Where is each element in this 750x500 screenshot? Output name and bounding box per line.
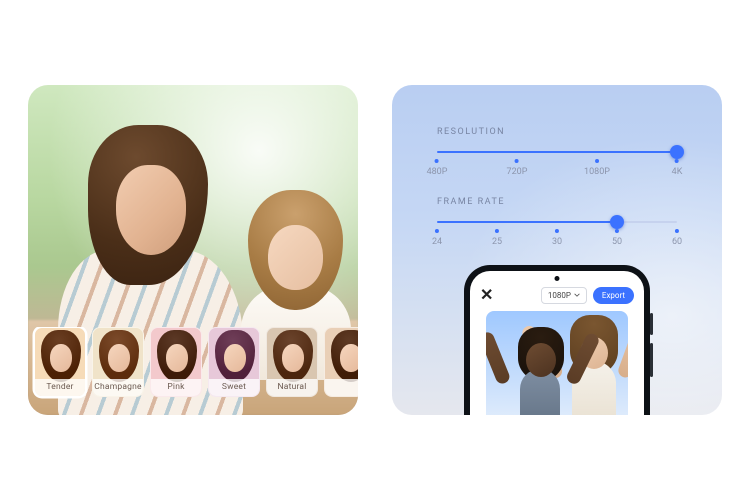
tick-50[interactable]: 50 (612, 229, 622, 247)
resolution-slider[interactable] (437, 151, 677, 153)
filter-thumb-idx5[interactable] (324, 327, 358, 397)
framerate-title: FRAME RATE (437, 197, 677, 207)
filter-thumb-pink[interactable]: Pink (150, 327, 202, 397)
resolution-slider-knob[interactable] (670, 145, 684, 159)
tick-60[interactable]: 60 (672, 229, 682, 247)
chevron-down-icon (574, 292, 580, 298)
framerate-slider[interactable] (437, 221, 677, 223)
export-button[interactable]: Export (593, 287, 634, 304)
export-topbar: ✕ 1080P Export (480, 285, 634, 305)
tick-1080P[interactable]: 1080P (584, 159, 610, 177)
resolution-dropdown-value: 1080P (548, 291, 571, 300)
framerate-setting: FRAME RATE 2425305060 (437, 197, 677, 243)
filter-label (325, 379, 358, 396)
filter-preview-panel: Tender Champagne Pink Sweet Natural (28, 85, 358, 415)
framerate-ticks: 2425305060 (437, 229, 677, 243)
close-icon[interactable]: ✕ (480, 287, 493, 303)
tick-30[interactable]: 30 (552, 229, 562, 247)
filter-thumb-sweet[interactable]: Sweet (208, 327, 260, 397)
filter-thumb-champagne[interactable]: Champagne (92, 327, 144, 397)
resolution-dropdown[interactable]: 1080P (541, 287, 587, 304)
camera-punch-hole (555, 276, 560, 281)
filter-strip[interactable]: Tender Champagne Pink Sweet Natural (28, 327, 358, 407)
filter-label: Champagne (93, 379, 143, 396)
export-settings-panel: RESOLUTION 480P720P1080P4K FRAME RATE 24… (392, 85, 722, 415)
tick-4K[interactable]: 4K (672, 159, 683, 177)
tick-720P[interactable]: 720P (507, 159, 528, 177)
filter-label: Sweet (209, 379, 259, 396)
resolution-title: RESOLUTION (437, 127, 677, 137)
filter-label: Natural (267, 379, 317, 396)
tick-24[interactable]: 24 (432, 229, 442, 247)
tick-480P[interactable]: 480P (427, 159, 448, 177)
framerate-slider-knob[interactable] (610, 215, 624, 229)
export-preview-photo (486, 311, 628, 415)
resolution-ticks: 480P720P1080P4K (437, 159, 677, 173)
phone-mockup: ✕ 1080P Export (464, 265, 650, 415)
resolution-setting: RESOLUTION 480P720P1080P4K (437, 127, 677, 173)
filter-label: Tender (35, 379, 85, 396)
filter-label: Pink (151, 379, 201, 396)
settings-block: RESOLUTION 480P720P1080P4K FRAME RATE 24… (437, 127, 677, 267)
filter-thumb-tender[interactable]: Tender (34, 327, 86, 397)
tick-25[interactable]: 25 (492, 229, 502, 247)
phone-screen: ✕ 1080P Export (470, 271, 644, 415)
filter-thumb-natural[interactable]: Natural (266, 327, 318, 397)
